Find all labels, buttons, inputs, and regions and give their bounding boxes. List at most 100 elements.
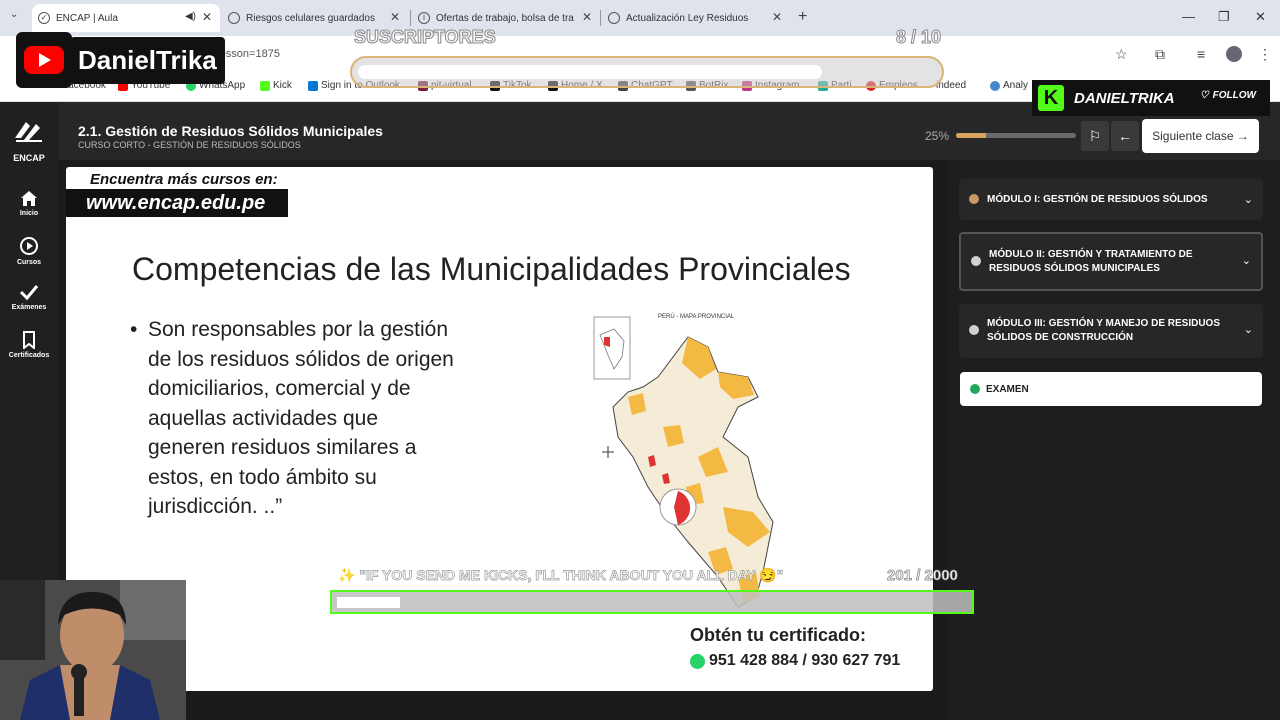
module-2[interactable]: MÓDULO II: GESTIÓN Y TRATAMIENTO DE RESI…: [959, 232, 1263, 291]
chevron-down-icon[interactable]: ⌄: [1244, 193, 1253, 206]
certificate-phone: 951 428 884 / 930 627 791: [690, 652, 900, 670]
lesson-title: 2.1. Gestión de Residuos Sólidos Municip…: [78, 123, 383, 139]
menu-icon[interactable]: ⋮: [1258, 46, 1272, 63]
play-circle-icon: [20, 237, 38, 255]
bookmark-label: Analy: [1003, 80, 1029, 91]
slide-bullet: • Son responsables por la gestión de los…: [130, 315, 490, 522]
encap-logo[interactable]: ENCAP: [9, 118, 49, 163]
certificate-heading: Obtén tu certificado:: [690, 625, 867, 645]
new-tab-button[interactable]: +: [798, 8, 807, 26]
analytics-icon: [990, 80, 1000, 91]
close-window-icon[interactable]: ✕: [1255, 9, 1266, 25]
subscribers-goal-fill: [358, 65, 822, 79]
nav-label: Certificados: [8, 352, 50, 359]
exam-button[interactable]: EXAMEN: [960, 372, 1262, 406]
next-lesson-button[interactable]: Siguiente clase →: [1142, 119, 1259, 153]
home-icon: [21, 191, 37, 206]
webcam-person-image: [0, 580, 186, 720]
extensions-icon[interactable]: ⧉: [1155, 46, 1165, 63]
media-icon[interactable]: ≡: [1197, 46, 1205, 62]
tab-title: Ofertas de trabajo, bolsa de tra: [436, 12, 574, 24]
follow-label: FOLLOW: [1212, 90, 1256, 101]
minimize-icon[interactable]: —: [1182, 9, 1195, 24]
check-circle-icon: [970, 384, 980, 394]
heart-icon: ♡: [1199, 90, 1209, 101]
module-status-icon: [969, 194, 979, 204]
kicks-goal-bar: [330, 590, 974, 614]
flag-icon: ⚐: [1088, 127, 1102, 144]
youtube-channel-name: DanielTrika: [70, 36, 225, 84]
browser-tab-bar: ⌄ ✓ ENCAP | Aula ◀) ✕ Riesgos celulares …: [0, 0, 1280, 36]
bookmark-label: Kick: [273, 80, 292, 91]
speaker-icon[interactable]: ◀): [185, 11, 196, 22]
kick-follow-button[interactable]: ♡ FOLLOW: [1193, 86, 1262, 105]
globe-icon: [228, 12, 240, 24]
subscribers-goal-bar: [350, 56, 944, 88]
arrow-left-icon: ←: [1118, 128, 1132, 144]
module-1[interactable]: MÓDULO I: GESTIÓN DE RESIDUOS SÓLIDOS ⌄: [959, 179, 1263, 220]
kicks-goal-fill: [337, 597, 401, 608]
subscribers-label: SUSCRIPTORES: [354, 27, 497, 48]
promo-website: www.encap.edu.pe: [66, 189, 288, 217]
bookmark-icon: [23, 331, 35, 349]
module-label: MÓDULO I: GESTIÓN DE RESIDUOS SÓLIDOS: [987, 194, 1208, 205]
webcam-feed: [0, 580, 186, 720]
module-label: MÓDULO III: GESTIÓN Y MANEJO DE RESIDUOS…: [987, 318, 1220, 343]
tab-divider: [600, 10, 601, 26]
nav-label: Cursos: [16, 259, 42, 266]
close-icon[interactable]: ✕: [202, 10, 212, 24]
tab-search-icon[interactable]: ⌄: [10, 9, 18, 20]
youtube-logo: [16, 32, 72, 88]
globe-icon: [608, 12, 620, 24]
chevron-down-icon[interactable]: ⌄: [1242, 254, 1251, 267]
brand-name: ENCAP: [13, 153, 45, 163]
microsoft-icon: [308, 80, 318, 91]
previous-lesson-button[interactable]: ←: [1111, 121, 1139, 151]
promo-heading: Encuentra más cursos en:: [90, 171, 278, 188]
bullet-dot-icon: •: [130, 318, 138, 341]
kicks-goal-text: ✨ "IF YOU SEND ME KICKS, I'LL THINK ABOU…: [338, 567, 784, 584]
nav-inicio[interactable]: Inicio: [4, 190, 54, 217]
tab-title: Riesgos celulares guardados: [246, 12, 375, 24]
module-status-icon: [969, 325, 979, 335]
nav-examenes[interactable]: Exámenes: [4, 283, 54, 311]
encap-logo-icon: [15, 122, 42, 142]
arrow-right-icon: →: [1236, 129, 1249, 143]
kick-logo-icon: K: [1038, 85, 1064, 111]
course-subtitle: CURSO CORTO - GESTIÓN DE RESIDUOS SÓLIDO…: [78, 140, 301, 150]
module-status-icon: [971, 256, 981, 266]
bookmark-analy[interactable]: Analy: [990, 80, 1028, 91]
kick-channel-badge: K DANIELTRIKA ♡ FOLLOW: [1032, 80, 1270, 116]
nav-cursos[interactable]: Cursos: [4, 236, 54, 266]
close-icon[interactable]: ✕: [772, 10, 782, 24]
tab-title: ENCAP | Aula: [56, 12, 118, 24]
module-label: MÓDULO II: GESTIÓN Y TRATAMIENTO DE RESI…: [989, 249, 1193, 274]
nav-label: Exámenes: [11, 304, 47, 311]
slide-title: Competencias de las Municipalidades Prov…: [132, 251, 851, 287]
progress-fill: [956, 133, 986, 138]
close-icon[interactable]: ✕: [582, 10, 592, 24]
chevron-down-icon[interactable]: ⌄: [1244, 323, 1253, 336]
bullet-text: Son responsables por la gestión de los r…: [148, 318, 454, 518]
next-lesson-label: Siguiente clase: [1152, 129, 1234, 143]
close-icon[interactable]: ✕: [390, 10, 400, 24]
info-icon: i: [418, 12, 430, 24]
bookmark-kick[interactable]: Kick: [260, 80, 292, 91]
flag-button[interactable]: ⚐: [1081, 121, 1109, 151]
nav-label: Inicio: [19, 210, 39, 217]
youtube-play-icon: [24, 46, 64, 74]
youtube-channel-badge: DanielTrika: [16, 32, 244, 88]
kicks-goal-count: 201 / 2000: [887, 567, 959, 585]
tab-ley-residuos[interactable]: Actualización Ley Residuos ✕: [602, 4, 790, 32]
star-icon[interactable]: ☆: [1115, 46, 1128, 63]
check-icon: [19, 285, 39, 301]
restore-icon[interactable]: ❐: [1218, 9, 1230, 25]
tab-title: Actualización Ley Residuos: [626, 12, 749, 24]
module-3[interactable]: MÓDULO III: GESTIÓN Y MANEJO DE RESIDUOS…: [959, 304, 1263, 358]
tab-encap-aula[interactable]: ✓ ENCAP | Aula ◀) ✕: [32, 4, 220, 32]
profile-avatar[interactable]: [1226, 46, 1242, 62]
kick-channel-name: DANIELTRIKA: [1074, 89, 1175, 107]
nav-certificados[interactable]: Certificados: [4, 331, 54, 359]
encap-favicon-icon: ✓: [38, 12, 50, 24]
progress-bar: [956, 133, 1076, 138]
